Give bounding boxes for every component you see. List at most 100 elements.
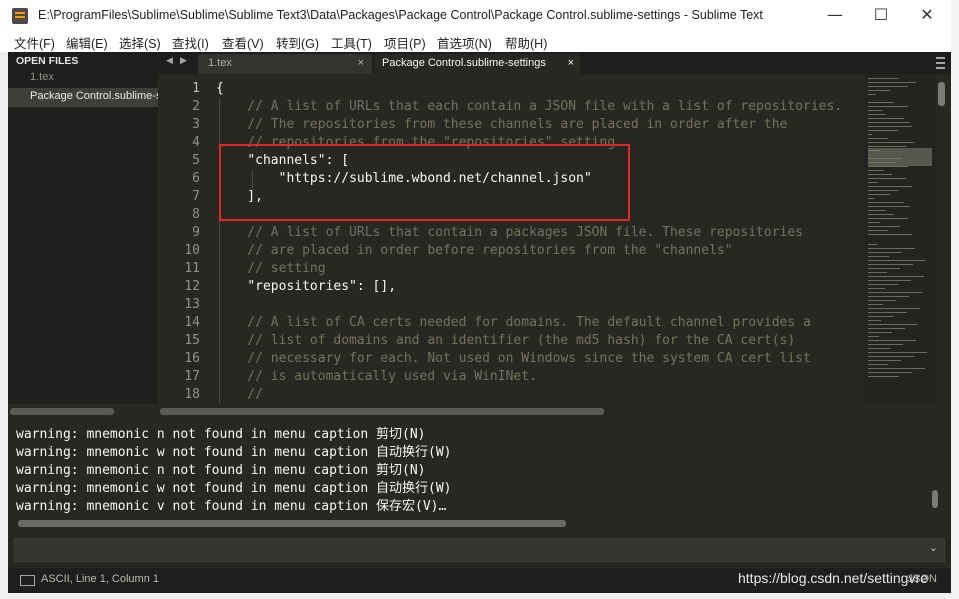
code-line: // A list of URLs that contain a package… xyxy=(216,224,842,242)
minimap-line xyxy=(868,138,888,139)
minimap-line xyxy=(868,110,882,111)
minimap-line xyxy=(868,166,908,167)
sidebar-file-label: 1.tex xyxy=(30,71,54,83)
minimap-line xyxy=(868,186,912,187)
menu-help[interactable]: 帮助(H) xyxy=(505,33,547,52)
code-comment: // The repositories from these channels … xyxy=(216,117,788,132)
tab-bar: ◀ ▶ 1.tex × Package Control.sublime-sett… xyxy=(158,52,951,74)
minimap-line xyxy=(868,142,914,143)
line-number: 15 xyxy=(184,333,200,348)
minimap-line xyxy=(868,146,906,147)
menu-edit[interactable]: 编辑(E) xyxy=(66,33,108,52)
line-number-gutter: 1 2 3 4 5 6 7 8 9 10 11 12 13 14 15 16 17 18 xyxy=(158,80,200,404)
minimize-button[interactable]: — xyxy=(812,0,858,32)
minimap-line xyxy=(868,126,912,127)
code-line: // A list of URLs that each contain a JS… xyxy=(216,98,842,116)
minimap-line xyxy=(868,214,894,215)
code-line: // is automatically used via WinINet. xyxy=(216,368,842,386)
line-number: 3 xyxy=(192,117,200,132)
tab-menu-icon[interactable] xyxy=(936,57,945,69)
minimap-line xyxy=(868,226,900,227)
menu-preferences[interactable]: 首选项(N) xyxy=(437,33,492,52)
tab-1-tex[interactable]: 1.tex × xyxy=(198,54,372,74)
code-comment: // xyxy=(216,387,263,402)
minimap-line xyxy=(868,182,878,183)
menu-bar: 文件(F) 编辑(E) 选择(S) 查找(I) 查看(V) 转到(G) 工具(T… xyxy=(0,32,959,52)
minimap-line xyxy=(868,308,920,309)
menu-selection[interactable]: 选择(S) xyxy=(119,33,161,52)
console-toggle-icon[interactable] xyxy=(20,575,35,586)
tab-close-icon[interactable]: × xyxy=(568,57,574,69)
tab-package-control-settings[interactable]: Package Control.sublime-settings × xyxy=(374,54,580,74)
code-line: // are placed in order before repositori… xyxy=(216,242,842,260)
menu-view[interactable]: 查看(V) xyxy=(222,33,264,52)
minimap-line xyxy=(868,304,883,305)
code-line: // setting xyxy=(216,260,842,278)
code-content: { // A list of URLs that each contain a … xyxy=(216,80,842,404)
minimap-line xyxy=(868,272,887,273)
sidebar-file-label: Package Control.sublime-settings xyxy=(30,90,158,102)
code-token: "repositories" xyxy=(247,279,357,294)
close-window-button[interactable]: ✕ xyxy=(904,0,950,32)
editor-window: OPEN FILES 1.tex Package Control.sublime… xyxy=(8,52,951,593)
line-number: 9 xyxy=(192,225,200,240)
open-files-header: OPEN FILES xyxy=(16,55,79,67)
menu-goto[interactable]: 转到(G) xyxy=(276,33,319,52)
minimap-line xyxy=(868,368,925,369)
line-number: 17 xyxy=(184,369,200,384)
code-comment: // are placed in order before repositori… xyxy=(216,243,733,258)
menu-file[interactable]: 文件(F) xyxy=(14,33,55,52)
tab-nav-right-icon[interactable]: ▶ xyxy=(180,56,187,66)
minimap-line xyxy=(868,190,898,191)
minimap-line xyxy=(868,328,905,329)
menu-tools[interactable]: 工具(T) xyxy=(331,33,372,52)
minimap-line xyxy=(868,210,886,211)
menu-find[interactable]: 查找(I) xyxy=(172,33,209,52)
menu-project[interactable]: 项目(P) xyxy=(384,33,426,52)
line-number: 16 xyxy=(184,351,200,366)
line-number: 11 xyxy=(184,261,200,276)
tab-close-icon[interactable]: × xyxy=(358,57,364,69)
console-input-field[interactable]: ⌄ xyxy=(14,538,945,562)
sidebar-file-package-control[interactable]: Package Control.sublime-settings xyxy=(8,88,158,107)
maximize-button[interactable]: ☐ xyxy=(858,0,904,32)
console-line: warning: mnemonic n not found in menu ca… xyxy=(16,427,426,442)
console-horizontal-scrollbar[interactable] xyxy=(18,520,566,527)
line-number: 13 xyxy=(184,297,200,312)
minimap-line xyxy=(868,316,894,317)
minimap-line xyxy=(868,102,894,103)
minimap-line xyxy=(868,276,924,277)
minimap-line xyxy=(868,244,878,245)
minimap-line xyxy=(868,312,907,313)
minimap-line xyxy=(868,194,890,195)
minimap-line xyxy=(868,348,890,349)
editor-horizontal-scrollbar[interactable] xyxy=(160,408,604,415)
minimap-line xyxy=(868,264,913,265)
tab-nav-left-icon[interactable]: ◀ xyxy=(166,56,173,66)
editor-vertical-scrollbar[interactable] xyxy=(938,82,945,106)
code-line: // A list of CA certs needed for domains… xyxy=(216,314,842,332)
line-number: 14 xyxy=(184,315,200,330)
minimap-line xyxy=(868,178,906,179)
minimap-line xyxy=(868,234,912,235)
line-number: 5 xyxy=(192,153,200,168)
console-panel: warning: mnemonic n not found in menu ca… xyxy=(8,424,938,516)
console-vertical-scrollbar[interactable] xyxy=(932,490,938,508)
code-line: // The repositories from these channels … xyxy=(216,116,842,134)
code-token: : [], xyxy=(356,279,397,294)
code-comment: // setting xyxy=(216,261,326,276)
minimap-line xyxy=(868,174,892,175)
code-line: // xyxy=(216,386,842,404)
minimap-line xyxy=(868,202,904,203)
minimap-line xyxy=(868,376,899,377)
minimap-line xyxy=(868,332,892,333)
chevron-down-icon[interactable]: ⌄ xyxy=(929,541,938,554)
minimap-block xyxy=(868,148,932,166)
minimap[interactable] xyxy=(864,74,936,404)
minimap-line xyxy=(868,218,908,219)
sidebar-horizontal-scrollbar[interactable] xyxy=(10,408,114,415)
minimap-line xyxy=(868,268,900,269)
sidebar-file-1-tex[interactable]: 1.tex xyxy=(8,69,158,88)
code-editor[interactable]: 1 2 3 4 5 6 7 8 9 10 11 12 13 14 15 16 17 18 { // A list … xyxy=(158,74,864,404)
